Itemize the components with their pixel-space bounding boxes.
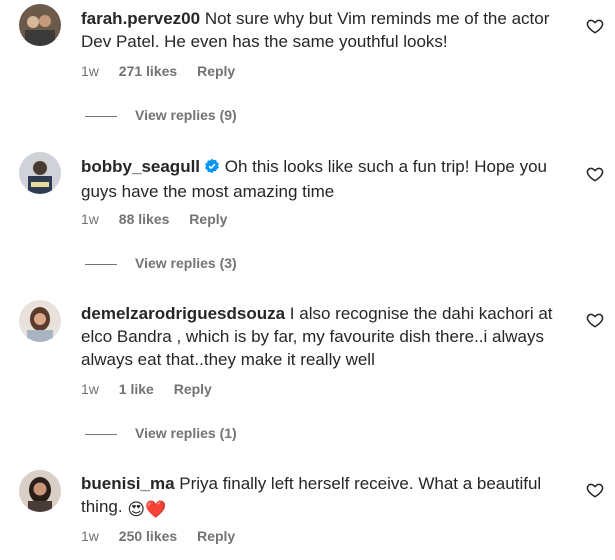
view-replies-label: View replies (1) [135,425,237,441]
likes-count[interactable]: 88 likes [119,211,170,227]
comment-meta: 1w 1 like Reply [81,381,228,397]
like-heart-icon[interactable] [586,481,604,499]
username[interactable]: buenisi_ma [81,474,175,493]
reply-button[interactable]: Reply [174,381,212,397]
timestamp: 1w [81,211,99,227]
comment-meta: 1w 271 likes Reply [81,63,251,79]
like-heart-icon[interactable] [586,165,604,183]
like-heart-icon[interactable] [586,17,604,35]
timestamp: 1w [81,381,99,397]
like-heart-icon[interactable] [586,311,604,329]
comment-body: buenisi_ma Priya finally left herself re… [81,472,571,521]
reply-button[interactable]: Reply [197,63,235,79]
comment-body: demelzarodriguesdsouza I also recognise … [81,302,571,371]
avatar[interactable] [19,470,61,512]
comment-body: bobby_seagull Oh this looks like such a … [81,155,571,203]
divider-line [85,115,117,117]
divider-line [85,263,117,265]
timestamp: 1w [81,63,99,79]
avatar[interactable] [19,4,61,46]
comment-meta: 1w 88 likes Reply [81,211,243,227]
view-replies-label: View replies (3) [135,255,237,271]
avatar[interactable] [19,152,61,194]
verified-badge-icon [204,157,220,180]
likes-count[interactable]: 250 likes [119,528,177,544]
view-replies-button[interactable]: View replies (3) [85,255,237,271]
likes-count[interactable]: 1 like [119,381,154,397]
view-replies-button[interactable]: View replies (1) [85,425,237,441]
likes-count[interactable]: 271 likes [119,63,177,79]
view-replies-button[interactable]: View replies (9) [85,107,237,123]
username[interactable]: farah.pervez00 [81,9,200,28]
emoji-reactions: 😍❤️ [127,500,167,519]
reply-button[interactable]: Reply [197,528,235,544]
username[interactable]: demelzarodriguesdsouza [81,304,285,323]
comment-body: farah.pervez00 Not sure why but Vim remi… [81,7,571,53]
view-replies-label: View replies (9) [135,107,237,123]
timestamp: 1w [81,528,99,544]
reply-button[interactable]: Reply [189,211,227,227]
avatar[interactable] [19,300,61,342]
username[interactable]: bobby_seagull [81,157,200,176]
divider-line [85,433,117,435]
comment-meta: 1w 250 likes Reply [81,528,251,544]
